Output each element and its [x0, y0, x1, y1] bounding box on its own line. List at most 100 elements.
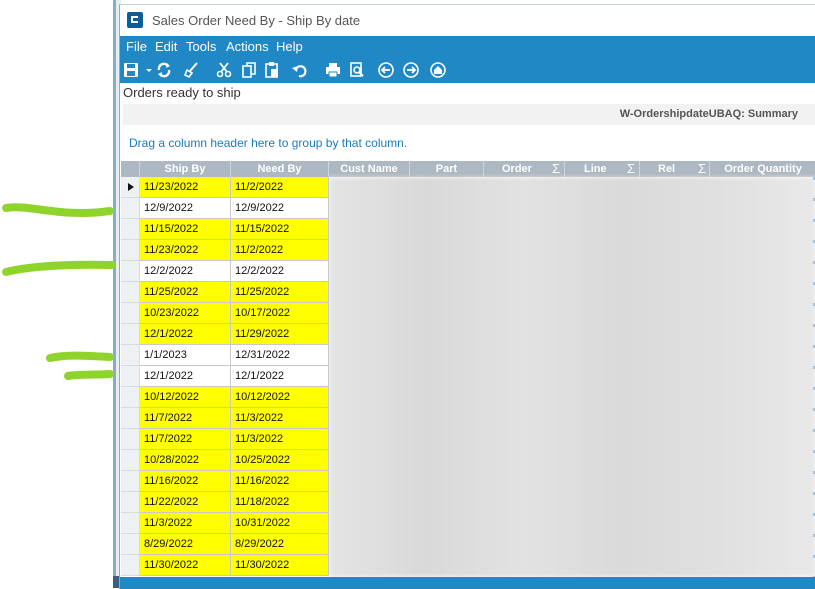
menu-actions[interactable]: Actions — [226, 39, 269, 54]
table-row[interactable]: 12/9/2022 12/9/2022 — [121, 198, 815, 219]
need-by-cell[interactable]: 12/1/2022 — [231, 366, 329, 387]
need-by-cell[interactable]: 11/3/2022 — [231, 408, 329, 429]
row-selector[interactable] — [121, 513, 140, 534]
menu-file[interactable]: File — [126, 39, 147, 54]
row-selector[interactable] — [121, 471, 140, 492]
table-row[interactable]: 8/29/2022 8/29/2022 — [121, 534, 815, 555]
ship-by-cell[interactable]: 11/7/2022 — [140, 408, 231, 429]
need-by-cell[interactable]: 12/31/2022 — [231, 345, 329, 366]
cut-icon[interactable] — [215, 61, 233, 79]
table-row[interactable]: 11/23/2022 11/2/2022 — [121, 240, 815, 261]
row-selector[interactable] — [121, 198, 140, 219]
column-header-ship-by[interactable]: Ship By — [140, 161, 231, 177]
table-row[interactable]: 11/7/2022 11/3/2022 — [121, 429, 815, 450]
need-by-cell[interactable]: 11/30/2022 — [231, 555, 329, 576]
ship-by-cell[interactable]: 11/30/2022 — [140, 555, 231, 576]
table-row[interactable]: 12/1/2022 11/29/2022 — [121, 324, 815, 345]
ship-by-cell[interactable]: 12/9/2022 — [140, 198, 231, 219]
table-row[interactable]: 11/25/2022 11/25/2022 — [121, 282, 815, 303]
need-by-cell[interactable]: 8/29/2022 — [231, 534, 329, 555]
need-by-cell[interactable]: 11/15/2022 — [231, 219, 329, 240]
need-by-cell[interactable]: 11/25/2022 — [231, 282, 329, 303]
table-row[interactable]: 1/1/2023 12/31/2022 — [121, 345, 815, 366]
forward-icon[interactable] — [402, 61, 420, 79]
table-row[interactable]: 11/3/2022 10/31/2022 — [121, 513, 815, 534]
table-row[interactable]: 10/28/2022 10/25/2022 — [121, 450, 815, 471]
undo-icon[interactable] — [291, 61, 309, 79]
ship-by-cell[interactable]: 12/2/2022 — [140, 261, 231, 282]
sum-icon[interactable]: Σ — [627, 161, 635, 177]
current-row-indicator[interactable] — [121, 177, 140, 198]
group-by-hint[interactable]: Drag a column header here to group by th… — [129, 136, 407, 150]
need-by-cell[interactable]: 11/2/2022 — [231, 177, 329, 198]
table-row[interactable]: 11/15/2022 11/15/2022 — [121, 219, 815, 240]
row-selector[interactable] — [121, 408, 140, 429]
ship-by-cell[interactable]: 12/1/2022 — [140, 324, 231, 345]
ship-by-cell[interactable]: 11/7/2022 — [140, 429, 231, 450]
row-selector[interactable] — [121, 366, 140, 387]
need-by-cell[interactable]: 10/17/2022 — [231, 303, 329, 324]
column-header-cust-name[interactable]: Cust Name — [329, 161, 410, 177]
need-by-cell[interactable]: 11/2/2022 — [231, 240, 329, 261]
sum-icon[interactable]: Σ — [552, 161, 560, 177]
row-selector[interactable] — [121, 555, 140, 576]
table-row[interactable]: 10/23/2022 10/17/2022 — [121, 303, 815, 324]
ship-by-cell[interactable]: 11/22/2022 — [140, 492, 231, 513]
row-selector[interactable] — [121, 282, 140, 303]
menu-tools[interactable]: Tools — [186, 39, 216, 54]
row-selector[interactable] — [121, 303, 140, 324]
column-header-order-quantity[interactable]: Order Quantity — [710, 161, 815, 177]
print-preview-icon[interactable] — [348, 61, 366, 79]
ship-by-cell[interactable]: 11/23/2022 — [140, 240, 231, 261]
ship-by-cell[interactable]: 11/25/2022 — [140, 282, 231, 303]
column-header-part[interactable]: Part — [410, 161, 484, 177]
column-header-need-by[interactable]: Need By — [231, 161, 329, 177]
table-row[interactable]: 12/1/2022 12/1/2022 — [121, 366, 815, 387]
need-by-cell[interactable]: 12/2/2022 — [231, 261, 329, 282]
sum-icon[interactable]: Σ — [698, 161, 706, 177]
table-row[interactable]: 11/7/2022 11/3/2022 — [121, 408, 815, 429]
need-by-cell[interactable]: 10/12/2022 — [231, 387, 329, 408]
refresh-icon[interactable] — [155, 61, 173, 79]
ship-by-cell[interactable]: 8/29/2022 — [140, 534, 231, 555]
ship-by-cell[interactable]: 11/3/2022 — [140, 513, 231, 534]
row-selector[interactable] — [121, 450, 140, 471]
table-row[interactable]: 11/30/2022 11/30/2022 — [121, 555, 815, 576]
ship-by-cell[interactable]: 12/1/2022 — [140, 366, 231, 387]
need-by-cell[interactable]: 10/25/2022 — [231, 450, 329, 471]
menu-help[interactable]: Help — [276, 39, 303, 54]
need-by-cell[interactable]: 11/16/2022 — [231, 471, 329, 492]
print-icon[interactable] — [324, 61, 342, 79]
paste-icon[interactable] — [263, 61, 281, 79]
row-selector[interactable] — [121, 387, 140, 408]
table-row[interactable]: 12/2/2022 12/2/2022 — [121, 261, 815, 282]
ship-by-cell[interactable]: 1/1/2023 — [140, 345, 231, 366]
back-icon[interactable] — [377, 61, 395, 79]
row-selector[interactable] — [121, 261, 140, 282]
home-icon[interactable] — [429, 61, 447, 79]
dropdown-icon[interactable] — [140, 61, 152, 79]
title-bar[interactable]: Sales Order Need By - Ship By date — [120, 5, 815, 36]
row-selector[interactable] — [121, 240, 140, 261]
table-row[interactable]: 10/12/2022 10/12/2022 — [121, 387, 815, 408]
need-by-cell[interactable]: 10/31/2022 — [231, 513, 329, 534]
row-selector[interactable] — [121, 324, 140, 345]
row-selector[interactable] — [121, 345, 140, 366]
row-selector[interactable] — [121, 534, 140, 555]
row-selector[interactable] — [121, 429, 140, 450]
table-row[interactable]: 11/22/2022 11/18/2022 — [121, 492, 815, 513]
ship-by-cell[interactable]: 11/16/2022 — [140, 471, 231, 492]
ship-by-cell[interactable]: 11/15/2022 — [140, 219, 231, 240]
need-by-cell[interactable]: 11/29/2022 — [231, 324, 329, 345]
need-by-cell[interactable]: 11/18/2022 — [231, 492, 329, 513]
table-row[interactable]: 11/23/2022 11/2/2022 — [121, 177, 815, 198]
ship-by-cell[interactable]: 10/28/2022 — [140, 450, 231, 471]
need-by-cell[interactable]: 11/3/2022 — [231, 429, 329, 450]
copy-icon[interactable] — [240, 61, 258, 79]
ship-by-cell[interactable]: 10/12/2022 — [140, 387, 231, 408]
clear-icon[interactable] — [183, 61, 201, 79]
ship-by-cell[interactable]: 11/23/2022 — [140, 177, 231, 198]
row-selector[interactable] — [121, 492, 140, 513]
table-row[interactable]: 11/16/2022 11/16/2022 — [121, 471, 815, 492]
need-by-cell[interactable]: 12/9/2022 — [231, 198, 329, 219]
